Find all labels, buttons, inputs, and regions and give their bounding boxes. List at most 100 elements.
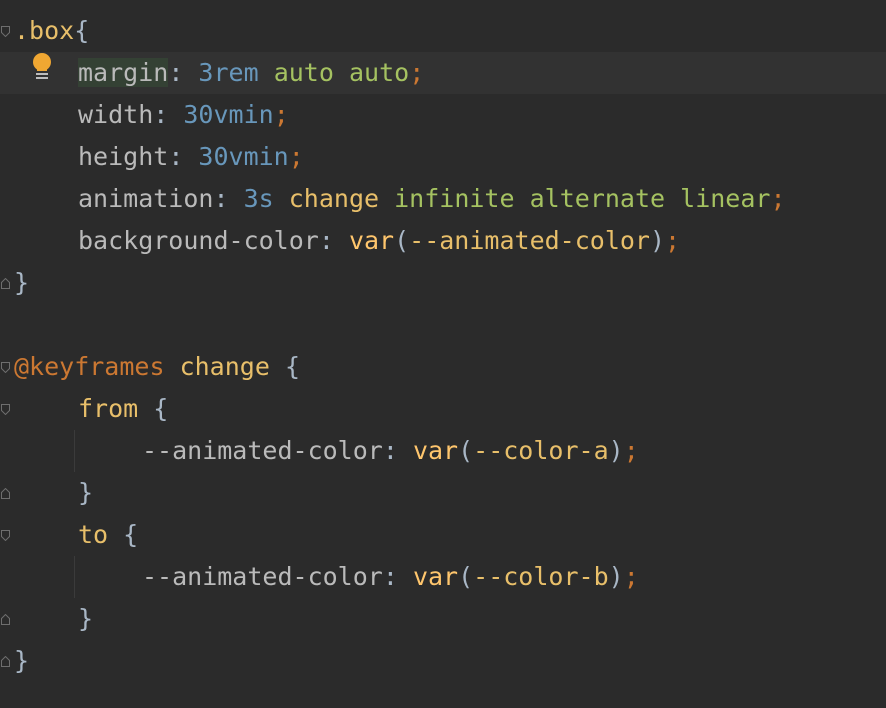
code-token: )	[649, 226, 666, 255]
code-line[interactable]: --animated-color: var(--color-a);	[0, 430, 886, 472]
code-line-text[interactable]: --animated-color: var(--color-a);	[142, 430, 639, 472]
code-line-text[interactable]: margin: 3rem auto auto;	[78, 52, 424, 94]
code-line[interactable]: }	[0, 262, 886, 304]
fold-marker-from-open[interactable]	[1, 404, 10, 415]
fold-marker-to-open[interactable]	[1, 530, 10, 541]
code-line-text[interactable]: from {	[78, 388, 168, 430]
fold-marker-to-close[interactable]	[1, 614, 10, 625]
code-line-text[interactable]: }	[14, 262, 29, 304]
code-line[interactable]: }	[0, 640, 886, 682]
code-token: 30vmin	[198, 142, 289, 171]
code-line[interactable]: animation: 3s change infinite alternate …	[0, 178, 886, 220]
code-line[interactable]: @keyframes change {	[0, 346, 886, 388]
code-line-text[interactable]: animation: 3s change infinite alternate …	[78, 178, 786, 220]
code-token: animation	[78, 184, 214, 213]
code-token: @keyframes	[14, 352, 165, 381]
code-token: }	[14, 268, 30, 297]
code-line[interactable]: .box{	[0, 10, 886, 52]
code-line-text[interactable]: }	[14, 640, 29, 682]
code-token: :	[153, 100, 184, 129]
fold-marker-keyframes-close[interactable]	[1, 656, 10, 667]
code-line[interactable]: to {	[0, 514, 886, 556]
code-token: }	[78, 478, 94, 507]
code-token: ;	[770, 184, 786, 213]
code-token: auto	[348, 58, 410, 87]
code-line-text[interactable]: height: 30vmin;	[78, 136, 304, 178]
code-token: ;	[623, 436, 639, 465]
code-token: 3rem	[198, 58, 259, 87]
code-token: }	[78, 604, 94, 633]
code-token: (	[394, 226, 410, 255]
code-token: :	[213, 184, 244, 213]
indent-guide	[74, 430, 75, 472]
code-token: :	[168, 58, 199, 87]
code-token: {	[138, 394, 169, 423]
code-token: --animated-color	[142, 562, 383, 591]
fold-marker-box-close[interactable]	[1, 278, 10, 289]
code-line-text[interactable]: to {	[78, 514, 138, 556]
code-line[interactable]	[0, 304, 886, 346]
code-token: ;	[288, 142, 304, 171]
code-line[interactable]: width: 30vmin;	[0, 94, 886, 136]
code-line-text[interactable]: --animated-color: var(--color-b);	[142, 556, 639, 598]
code-token: from	[78, 394, 139, 423]
code-token: ;	[665, 226, 681, 255]
code-token: linear	[680, 184, 771, 213]
code-token: --color-a	[473, 436, 609, 465]
code-token: ;	[273, 100, 289, 129]
fold-marker-keyframes-open[interactable]	[1, 362, 10, 373]
code-token: :	[318, 226, 349, 255]
code-token: ;	[623, 562, 639, 591]
code-line-text[interactable]: background-color: var(--animated-color);	[78, 220, 680, 262]
code-line[interactable]: background-color: var(--animated-color);	[0, 220, 886, 262]
code-editor[interactable]: .box{margin: 3rem auto auto; width: 30vmi…	[0, 0, 886, 708]
code-token: infinite	[394, 184, 515, 213]
code-token: alternate	[529, 184, 666, 213]
code-line[interactable]: }	[0, 472, 886, 514]
code-token: change	[179, 352, 270, 381]
code-token: {	[74, 16, 90, 45]
code-token: change	[288, 184, 380, 213]
code-token: height	[78, 142, 169, 171]
code-line-text[interactable]: }	[78, 472, 93, 514]
code-line[interactable]: }	[0, 598, 886, 640]
code-token: margin	[78, 58, 169, 87]
code-token: .box	[14, 16, 75, 45]
code-line-text[interactable]: @keyframes change {	[14, 346, 300, 388]
code-token: (	[458, 436, 474, 465]
code-token: background-color	[78, 226, 319, 255]
code-token: auto	[273, 58, 334, 87]
code-token: :	[382, 562, 413, 591]
code-line[interactable]: from {	[0, 388, 886, 430]
code-token: ;	[409, 58, 425, 87]
code-token: {	[269, 352, 300, 381]
code-token: --animated-color	[142, 436, 383, 465]
code-token: {	[108, 520, 139, 549]
code-token: }	[14, 646, 30, 675]
fold-marker-from-close[interactable]	[1, 488, 10, 499]
lightbulb-icon[interactable]	[30, 52, 54, 82]
code-line[interactable]: height: 30vmin;	[0, 136, 886, 178]
code-token: )	[608, 562, 624, 591]
fold-marker-box-open[interactable]	[1, 26, 10, 37]
code-token: (	[458, 562, 474, 591]
code-line-text[interactable]: width: 30vmin;	[78, 94, 289, 136]
code-token: 3s	[243, 184, 274, 213]
code-token: var	[348, 226, 395, 255]
code-line-text[interactable]: }	[78, 598, 93, 640]
code-token: :	[168, 142, 199, 171]
code-line-text[interactable]: .box{	[14, 10, 89, 52]
code-line[interactable]: --animated-color: var(--color-b);	[0, 556, 886, 598]
code-token: to	[78, 520, 109, 549]
code-token: :	[382, 436, 413, 465]
code-line[interactable]: margin: 3rem auto auto;	[0, 52, 886, 94]
code-token: )	[608, 436, 624, 465]
code-token: 30vmin	[183, 100, 274, 129]
code-token: var	[412, 562, 459, 591]
